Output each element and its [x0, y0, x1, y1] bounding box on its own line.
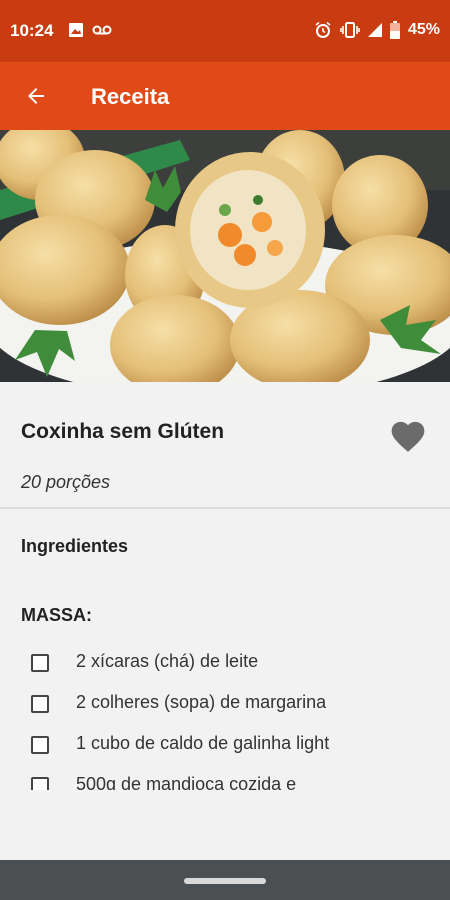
ingredient-label: 2 colheres (sopa) de margarina: [76, 692, 327, 712]
heart-icon: [391, 421, 425, 452]
image-icon: [69, 23, 83, 37]
divider: [0, 507, 450, 509]
ingredient-label: 2 xícaras (chá) de leite: [76, 651, 259, 671]
status-bar: 10:24 45%: [0, 0, 450, 62]
ingredient-checkbox[interactable]: [31, 654, 49, 672]
arrow-back-icon: [28, 88, 44, 104]
ingredient-item[interactable]: 500g de mandioca cozida e: [0, 767, 450, 790]
alarm-icon: [315, 21, 331, 38]
status-left-icons: [68, 22, 112, 38]
ingredient-label: 500g de mandioca cozida e: [76, 774, 297, 790]
home-gesture-handle[interactable]: [184, 878, 266, 884]
ingredient-checkbox[interactable]: [31, 777, 49, 790]
recipe-details: Coxinha sem Glúten 20 porções Ingredient…: [0, 382, 450, 860]
ingredient-list: 2 xícaras (chá) de leite 2 colheres (sop…: [0, 644, 450, 790]
ingredient-item[interactable]: 2 colheres (sopa) de margarina: [0, 685, 450, 725]
ingredients-title: Ingredientes: [21, 536, 129, 556]
status-right: 45%: [314, 21, 440, 39]
ingredient-item[interactable]: 2 xícaras (chá) de leite: [0, 644, 450, 684]
system-nav-bar: [0, 860, 450, 900]
back-button[interactable]: [20, 80, 52, 112]
app-bar: Receita: [0, 62, 450, 130]
ingredient-group-title: MASSA:: [21, 605, 92, 625]
battery-percent: 45%: [407, 21, 440, 38]
favorite-button[interactable]: [386, 415, 430, 455]
ingredient-label: 1 cubo de caldo de galinha light: [76, 733, 330, 753]
ingredient-checkbox[interactable]: [31, 695, 49, 713]
ingredient-checkbox[interactable]: [31, 736, 49, 754]
portions: 20 porções: [21, 472, 111, 492]
battery-icon: [389, 21, 400, 39]
recipe-photo: [0, 130, 450, 382]
signal-icon: [367, 23, 382, 37]
page-title: Receita: [91, 84, 170, 109]
voicemail-icon: [92, 25, 112, 35]
ingredient-item[interactable]: 1 cubo de caldo de galinha light: [0, 726, 450, 766]
vibrate-icon: [340, 22, 360, 38]
status-time: 10:24: [10, 21, 54, 40]
recipe-name: Coxinha sem Glúten: [21, 420, 225, 443]
